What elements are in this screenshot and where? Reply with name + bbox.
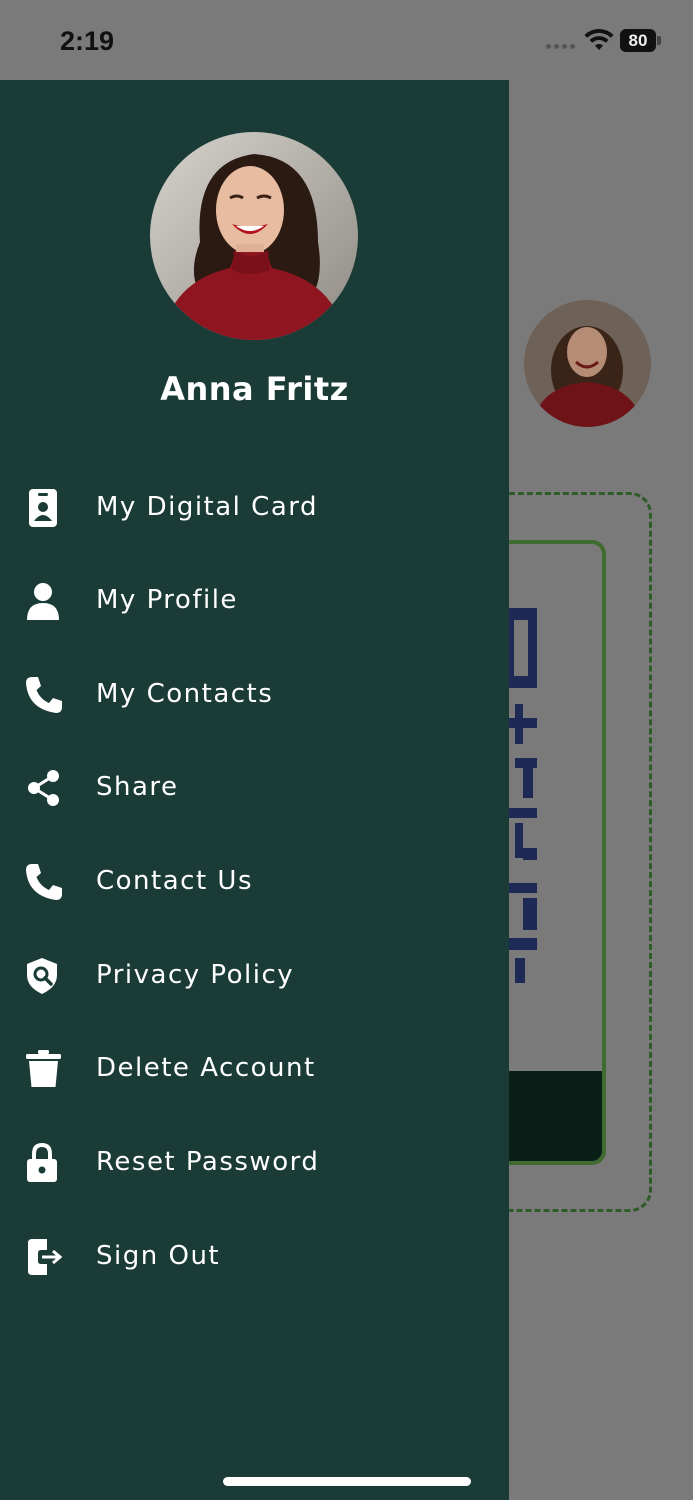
menu-item-reset-password[interactable]: Reset Password: [0, 1123, 509, 1203]
battery-level: 80: [628, 31, 648, 50]
menu-item-label: Sign Out: [96, 1241, 221, 1271]
profile-avatar[interactable]: [150, 132, 358, 340]
shield-search-icon: [24, 956, 64, 996]
menu-item-delete-account[interactable]: Delete Account: [0, 1029, 509, 1109]
phone-icon: [24, 675, 64, 715]
background-avatar: [524, 300, 651, 427]
menu-item-my-profile[interactable]: My Profile: [0, 561, 509, 641]
status-time: 2:19: [60, 26, 115, 56]
menu-item-label: Delete Account: [96, 1053, 316, 1083]
menu-item-sign-out[interactable]: Sign Out: [0, 1217, 509, 1297]
wifi-icon: [584, 28, 614, 50]
qr-code: [509, 608, 537, 983]
menu-item-privacy-policy[interactable]: Privacy Policy: [0, 936, 509, 1016]
trash-icon: [24, 1049, 64, 1089]
menu-item-label: Contact Us: [96, 866, 253, 896]
menu-item-share[interactable]: Share: [0, 748, 509, 828]
menu-item-label: Reset Password: [96, 1147, 320, 1177]
sign-out-icon: [24, 1237, 64, 1277]
status-bar: 2:19 80: [0, 0, 693, 80]
profile-name: Anna Fritz: [160, 370, 349, 408]
menu-item-my-digital-card[interactable]: My Digital Card: [0, 468, 509, 548]
menu-item-my-contacts[interactable]: My Contacts: [0, 655, 509, 735]
battery-icon: 80: [620, 29, 656, 52]
menu-item-contact-us[interactable]: Contact Us: [0, 842, 509, 922]
cellular-signal-icon: [546, 44, 575, 49]
menu-item-label: My Contacts: [96, 679, 274, 709]
lock-icon: [24, 1143, 64, 1183]
menu-item-label: Share: [96, 772, 179, 802]
phone-icon: [24, 862, 64, 902]
home-indicator[interactable]: [223, 1477, 471, 1486]
menu-item-label: My Digital Card: [96, 492, 318, 522]
id-card-icon: [24, 488, 64, 528]
person-icon: [24, 581, 64, 621]
share-icon: [24, 768, 64, 808]
menu-item-label: My Profile: [96, 585, 238, 615]
menu-item-label: Privacy Policy: [96, 960, 295, 990]
navigation-drawer: Anna Fritz My Digital Card My Profile My…: [0, 80, 509, 1500]
